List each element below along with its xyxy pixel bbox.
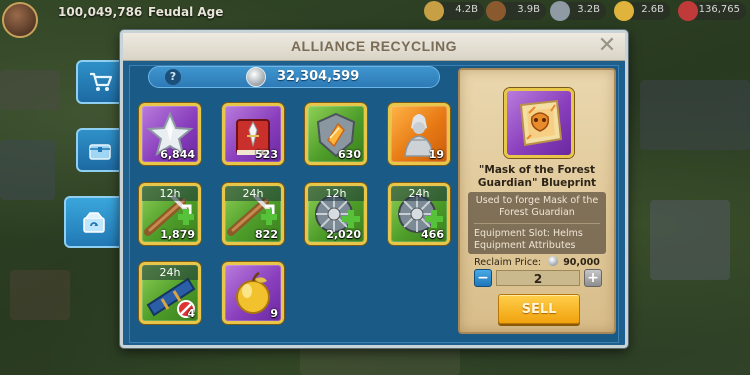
close-button[interactable]: ✕ [597, 33, 617, 58]
item-name-line2: Guardian" Blueprint [477, 177, 597, 189]
reclaim-label: Reclaim Price: [474, 257, 542, 268]
player-power: 100,049,786 [58, 5, 143, 19]
balance-amount: 32,304,599 [277, 69, 360, 84]
food-icon [424, 1, 444, 21]
item-count: 2,020 [326, 228, 361, 241]
resource-stone[interactable]: 3.2B [550, 1, 606, 21]
item-count: 466 [421, 228, 444, 241]
item-slot[interactable]: 24h 466 [388, 183, 450, 245]
item-detail-panel: "Mask of the Forest Guardian" Blueprint … [458, 68, 616, 334]
mask-blueprint-art [519, 99, 563, 147]
item-slot[interactable]: 24h 822 [222, 183, 284, 245]
dialog-header: ALLIANCE RECYCLING ✕ [123, 33, 625, 61]
item-duration: 24h [225, 186, 281, 201]
help-icon[interactable]: ? [165, 69, 181, 85]
resource-gems[interactable]: 136,765 [678, 1, 746, 21]
increase-quantity-button[interactable]: + [584, 269, 602, 287]
cart-icon [90, 72, 113, 91]
item-duration: 12h [308, 186, 364, 201]
item-name-line1: "Mask of the Forest [478, 164, 596, 176]
alliance-coin-icon [246, 67, 266, 87]
item-slot[interactable]: 630 [305, 103, 367, 165]
alliance-coin-icon [548, 256, 559, 266]
item-count: 630 [338, 148, 361, 161]
plus-icon: + [587, 270, 599, 286]
item-count: 4 [187, 307, 195, 320]
quantity-field[interactable]: 2 [496, 270, 580, 286]
item-slot[interactable]: 9 [222, 262, 284, 324]
item-count: 9 [270, 307, 278, 320]
resource-gold-value: 2.6B [641, 4, 664, 15]
resource-gems-value: 136,765 [698, 4, 740, 15]
quantity-stepper: − 2 + [474, 269, 602, 287]
item-slot[interactable]: 12h 1,879 [139, 183, 201, 245]
sell-button[interactable]: SELL [498, 294, 580, 324]
item-count: 6,844 [160, 148, 195, 161]
item-slot[interactable]: 24h 4 [139, 262, 201, 324]
item-duration: 12h [142, 186, 198, 201]
item-slot[interactable]: 19 [388, 103, 450, 165]
item-count: 822 [255, 228, 278, 241]
chest-icon [89, 144, 111, 160]
resource-stone-value: 3.2B [577, 4, 600, 15]
player-avatar[interactable] [2, 2, 38, 38]
tab-recycling[interactable] [64, 196, 124, 248]
blueprint-scroll-icon [504, 88, 574, 158]
resource-wood[interactable]: 3.9B [486, 1, 546, 21]
item-count: 523 [255, 148, 278, 161]
resource-food[interactable]: 4.2B [424, 1, 484, 21]
info-divider [474, 223, 600, 224]
equipment-slot: Equipment Slot: Helms [474, 228, 583, 239]
reclaim-value: 90,000 [563, 257, 600, 268]
gem-icon [678, 1, 698, 21]
item-duration: 24h [142, 265, 198, 280]
tab-shop[interactable] [76, 60, 124, 104]
recycle-box-icon [83, 212, 105, 233]
item-count: 1,879 [160, 228, 195, 241]
minus-icon: − [477, 270, 489, 286]
item-slot[interactable]: 523 [222, 103, 284, 165]
resource-food-value: 4.2B [455, 4, 478, 15]
equipment-attributes: Equipment Attributes [474, 240, 576, 251]
item-duration: 24h [391, 186, 447, 201]
close-icon: ✕ [597, 33, 617, 58]
item-name: "Mask of the Forest Guardian" Blueprint [464, 164, 610, 190]
item-slot[interactable]: 12h 2,020 [305, 183, 367, 245]
item-description: Used to forge Mask of the Forest Guardia… [475, 195, 599, 218]
reclaim-price: Reclaim Price: 90,000 [460, 256, 614, 268]
item-slot[interactable]: 6,844 [139, 103, 201, 165]
item-count: 19 [428, 148, 444, 161]
alliance-coin-balance: ? 32,304,599 [148, 66, 440, 88]
item-info-box: Used to forge Mask of the Forest Guardia… [468, 192, 606, 254]
stone-icon [550, 1, 570, 21]
tab-chests[interactable] [76, 128, 124, 172]
resource-wood-value: 3.9B [517, 4, 540, 15]
decrease-quantity-button[interactable]: − [474, 269, 492, 287]
wood-icon [486, 1, 506, 21]
dialog-title: ALLIANCE RECYCLING [290, 38, 458, 54]
player-age: Feudal Age [148, 5, 224, 19]
gold-icon [614, 1, 634, 21]
resource-gold[interactable]: 2.6B [614, 1, 670, 21]
